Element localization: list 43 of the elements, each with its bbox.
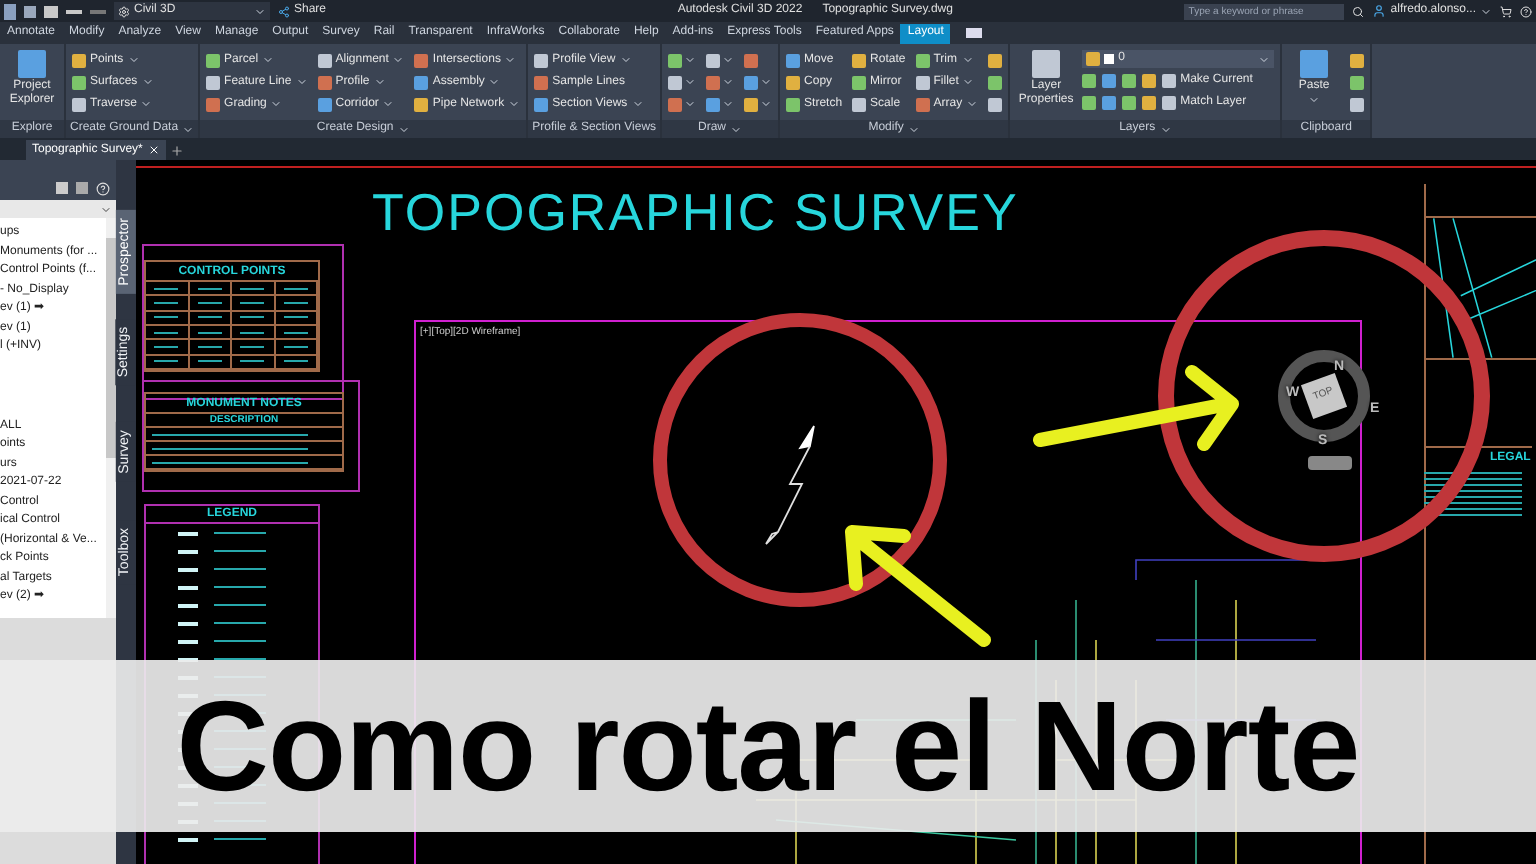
- close-icon: [148, 144, 161, 156]
- caret-icon: [262, 54, 275, 66]
- ribbon-icon-button[interactable]: [744, 94, 773, 114]
- ribbon-icon-button[interactable]: [988, 50, 1003, 70]
- ribbon-icon-button[interactable]: [706, 50, 735, 70]
- caret-icon: [1258, 53, 1271, 65]
- caret-icon: [631, 98, 644, 110]
- help-icon[interactable]: [96, 181, 110, 195]
- caret-icon: [907, 123, 920, 135]
- caret-icon: [1308, 94, 1321, 106]
- caret-icon: [619, 54, 632, 66]
- ribbon-icon-button[interactable]: [1350, 94, 1365, 114]
- share-icon: [278, 5, 290, 17]
- ribbon-icon-button[interactable]: [668, 72, 697, 92]
- caret-icon: [1480, 5, 1492, 17]
- caret-icon: [254, 5, 266, 17]
- caret-icon: [100, 203, 112, 215]
- new-tab-icon[interactable]: [170, 144, 185, 158]
- ribbon-icon-button[interactable]: [744, 50, 759, 70]
- ribbon-icon-button[interactable]: [1350, 50, 1365, 70]
- ribbon-icon-button[interactable]: [668, 94, 697, 114]
- caret-icon: [1159, 123, 1172, 135]
- ribbon-icon-button[interactable]: [988, 94, 1003, 114]
- ribbon-icon-button[interactable]: [988, 72, 1003, 92]
- scrollbar[interactable]: [106, 218, 116, 618]
- search-icon[interactable]: [1352, 5, 1365, 17]
- ribbon-icon-button[interactable]: [706, 94, 735, 114]
- gear-icon: [118, 5, 130, 17]
- cart-icon[interactable]: [1500, 5, 1512, 17]
- drawing-title: TOPOGRAPHIC SURVEY: [372, 184, 1019, 240]
- north-arrow-drawing: [762, 424, 818, 548]
- ribbon-icon-button[interactable]: [668, 50, 697, 70]
- tool-icon: [1032, 50, 1061, 78]
- user-icon: [1372, 4, 1387, 18]
- ribbon-icon-button[interactable]: [1350, 72, 1365, 92]
- caret-icon: [182, 123, 195, 135]
- help-icon[interactable]: [1520, 5, 1532, 17]
- tool-icon: [18, 50, 46, 78]
- layer-color-swatch: [1104, 54, 1115, 64]
- tool-icon: [1300, 50, 1329, 78]
- ribbon-icon-button[interactable]: [744, 72, 773, 92]
- vicinity-map-drawing: [1424, 216, 1536, 360]
- ribbon-icon-button[interactable]: [706, 72, 735, 92]
